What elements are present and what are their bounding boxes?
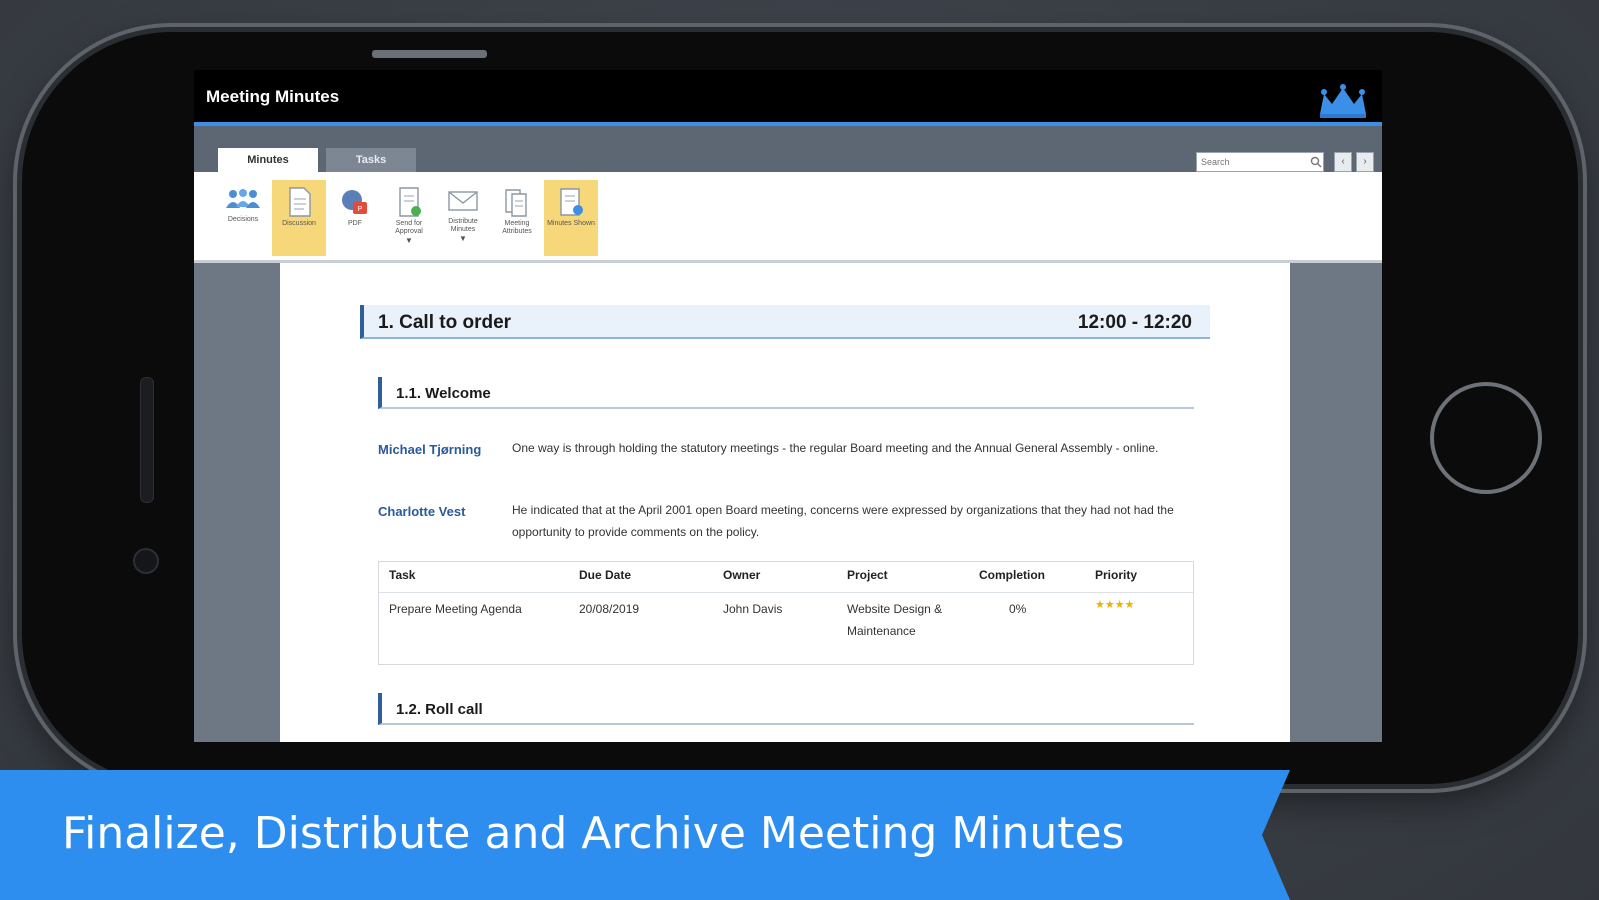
priority-stars: ★★★★ [1095, 599, 1135, 611]
tool-label: Decisions [227, 216, 259, 223]
column-header: Due Date [579, 568, 632, 582]
prev-button[interactable]: ‹ [1334, 152, 1352, 172]
task-cell[interactable]: Prepare Meeting Agenda [389, 598, 569, 620]
pdf-button[interactable]: P PDF [328, 180, 382, 256]
svg-text:P: P [358, 206, 363, 213]
section-title: 1. Call to order [378, 312, 512, 333]
people-icon [226, 189, 260, 208]
title-bar: Meeting Minutes [194, 70, 1382, 126]
decisions-button[interactable]: Decisions [216, 180, 270, 256]
speaker-name[interactable]: Charlotte Vest [378, 501, 488, 523]
app-screen: Meeting Minutes Minutes Tasks ‹ › Decisi… [194, 70, 1382, 742]
column-header: Owner [723, 568, 761, 582]
column-header: Priority [1095, 568, 1138, 582]
caption-text: Finalize, Distribute and Archive Meeting… [62, 808, 1125, 859]
speaker-text: One way is through holding the statutory… [512, 441, 1159, 455]
phone-speaker [140, 377, 154, 503]
column-header: Task [389, 568, 416, 582]
chevron-down-icon: ▼ [405, 236, 413, 245]
divider [379, 592, 1193, 593]
subsection-title: 1.1. Welcome [396, 385, 491, 402]
front-camera [133, 548, 159, 574]
minutes-icon [560, 188, 583, 216]
document-page: 1. Call to order 12:00 - 12:20 1.1. Welc… [280, 263, 1290, 742]
column-header: Completion [979, 568, 1045, 582]
column-header: Project [847, 568, 888, 582]
tool-label: Meeting Attributes [502, 220, 532, 235]
attributes-icon [505, 189, 527, 217]
task-table: Task Due Date Owner Project Completion P… [378, 561, 1194, 665]
home-button[interactable] [1430, 382, 1542, 494]
meeting-attributes-button[interactable]: Meeting Attributes [490, 180, 544, 256]
search-icon[interactable] [1310, 156, 1322, 168]
discussion-button[interactable]: Discussion [272, 180, 326, 256]
approval-icon [399, 187, 421, 217]
tab-minutes[interactable]: Minutes [218, 148, 318, 172]
section-time: 12:00 - 12:20 [1077, 312, 1192, 333]
minutes-shown-button[interactable]: Minutes Shown [544, 180, 598, 256]
chevron-down-icon: ▼ [459, 234, 467, 243]
section-heading: 1. Call to order 12:00 - 12:20 [360, 305, 1210, 339]
tool-label: PDF [348, 220, 362, 227]
next-button[interactable]: › [1356, 152, 1374, 172]
distribute-minutes-button[interactable]: Distribute Minutes ▼ [436, 180, 490, 256]
subsection-heading: 1.2. Roll call [378, 693, 1194, 725]
speaker-text: He indicated that at the April 2001 open… [512, 503, 1174, 539]
tab-bar: Minutes Tasks ‹ › [194, 126, 1382, 172]
pdf-icon: P [342, 190, 367, 214]
speaker-name[interactable]: Michael Tjørning [378, 439, 488, 461]
app-title: Meeting Minutes [206, 87, 340, 106]
owner-cell: John Davis [723, 602, 783, 616]
tool-label: Send for Approval [395, 220, 423, 235]
crown-logo-icon [1320, 84, 1366, 118]
send-for-approval-button[interactable]: Send for Approval ▼ [382, 180, 436, 256]
search-input[interactable] [1196, 152, 1324, 172]
tool-label: Discussion [282, 220, 316, 227]
due-date-cell: 20/08/2019 [579, 602, 640, 616]
tool-label: Distribute Minutes [448, 218, 478, 233]
subsection-heading: 1.1. Welcome [378, 377, 1194, 409]
completion-cell: 0% [1009, 602, 1027, 616]
envelope-icon [448, 191, 478, 211]
document-area: 1. Call to order 12:00 - 12:20 1.1. Welc… [194, 263, 1382, 742]
power-button [372, 50, 487, 58]
tool-label: Minutes Shown [547, 220, 595, 227]
project-cell: Website Design & Maintenance [847, 602, 943, 638]
ribbon-toolbar: Decisions Discussion P PDF Send for Appr… [194, 172, 1382, 263]
subsection-title: 1.2. Roll call [396, 701, 483, 718]
tab-tasks[interactable]: Tasks [326, 148, 416, 172]
document-icon [289, 187, 311, 217]
